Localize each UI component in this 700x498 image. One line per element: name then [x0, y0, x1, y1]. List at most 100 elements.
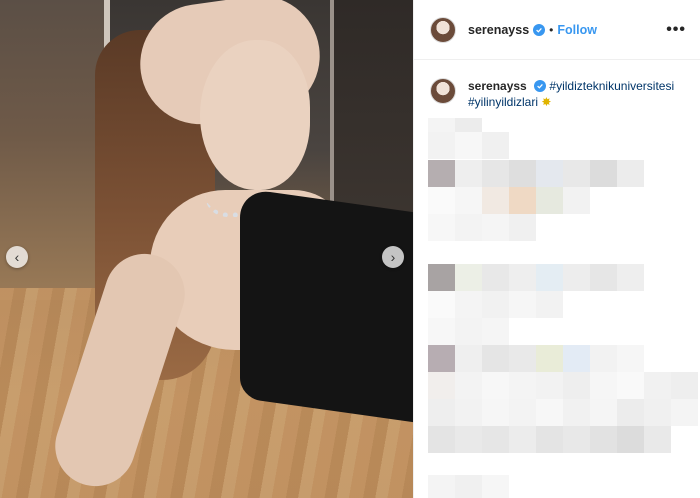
- mosaic-cell: [563, 426, 590, 453]
- mosaic-cell: [482, 187, 509, 214]
- mosaic-cell: [482, 318, 509, 345]
- more-options-icon[interactable]: •••: [666, 21, 686, 39]
- mosaic-cell: [563, 264, 590, 291]
- post-photo[interactable]: ‹ ›: [0, 0, 413, 498]
- caption-avatar[interactable]: [430, 78, 456, 104]
- mosaic-cell: [482, 372, 509, 399]
- mosaic-cell: [590, 264, 617, 291]
- mosaic-cell: [428, 345, 455, 372]
- mosaic-cell: [455, 187, 482, 214]
- separator-dot: •: [549, 22, 554, 37]
- mosaic-cell: [563, 399, 590, 426]
- mosaic-cell: [509, 372, 536, 399]
- mosaic-cell: [482, 426, 509, 453]
- mosaic-cell: [617, 160, 644, 187]
- mosaic-cell: [428, 291, 455, 318]
- mosaic-cell: [617, 399, 644, 426]
- header-username[interactable]: serenayss: [468, 23, 529, 37]
- mosaic-cell: [455, 132, 482, 159]
- mosaic-cell: [455, 160, 482, 187]
- mosaic-cell: [428, 399, 455, 426]
- post-caption: serenayss #yildizteknikuniversitesi #yil…: [414, 60, 700, 110]
- post-sidebar: serenayss • Follow ••• serenayss #yildiz…: [413, 0, 700, 498]
- caption-text: serenayss #yildizteknikuniversitesi #yil…: [468, 78, 674, 110]
- mosaic-cell: [536, 291, 563, 318]
- mosaic-cell: [617, 426, 644, 453]
- mosaic-cell: [509, 426, 536, 453]
- mosaic-cell: [428, 264, 455, 291]
- mosaic-cell: [563, 187, 590, 214]
- mirror-right: [330, 0, 413, 230]
- mosaic-cell: [428, 318, 455, 345]
- mosaic-cell: [482, 399, 509, 426]
- mosaic-cell: [536, 187, 563, 214]
- mosaic-cell: [671, 399, 698, 426]
- post-header: serenayss • Follow •••: [414, 0, 700, 60]
- mosaic-cell: [455, 475, 482, 498]
- mosaic-cell: [428, 475, 455, 498]
- chevron-left-icon: ‹: [14, 249, 20, 265]
- mosaic-cell: [536, 264, 563, 291]
- mosaic-cell: [536, 399, 563, 426]
- mosaic-cell: [590, 372, 617, 399]
- mosaic-cell: [482, 214, 509, 241]
- mosaic-cell: [428, 214, 455, 241]
- mosaic-cell: [509, 345, 536, 372]
- mosaic-cell: [455, 264, 482, 291]
- mosaic-cell: [509, 291, 536, 318]
- mosaic-cell: [428, 132, 455, 159]
- mosaic-cell: [482, 345, 509, 372]
- mosaic-cell: [563, 160, 590, 187]
- mosaic-cell: [428, 187, 455, 214]
- mosaic-cell: [455, 426, 482, 453]
- mosaic-cell: [563, 345, 590, 372]
- black-dress: [240, 187, 413, 423]
- mosaic-cell: [509, 160, 536, 187]
- mosaic-cell: [536, 160, 563, 187]
- follow-button[interactable]: Follow: [557, 23, 597, 37]
- mosaic-cell: [455, 291, 482, 318]
- instagram-post: ‹ › serenayss • Follow ••• serenayss #yi…: [0, 0, 700, 498]
- mosaic-cell: [455, 372, 482, 399]
- caption-verified-badge-icon: [534, 80, 547, 92]
- mosaic-cell: [428, 426, 455, 453]
- mosaic-cell: [590, 345, 617, 372]
- mosaic-cell: [590, 160, 617, 187]
- carousel-next-button[interactable]: ›: [382, 246, 404, 268]
- mosaic-cell: [455, 214, 482, 241]
- mosaic-cell: [482, 264, 509, 291]
- mosaic-cell: [455, 318, 482, 345]
- mosaic-cell: [671, 372, 698, 399]
- mosaic-cell: [428, 160, 455, 187]
- mosaic-cell: [536, 345, 563, 372]
- mosaic-cell: [455, 399, 482, 426]
- avatar[interactable]: [430, 16, 456, 43]
- mosaic-cell: [563, 372, 590, 399]
- mosaic-cell: [536, 372, 563, 399]
- mosaic-cell: [482, 291, 509, 318]
- hashtag-link[interactable]: #yilinyildizlari: [468, 95, 538, 109]
- mosaic-cell: [590, 399, 617, 426]
- mosaic-cell: [644, 372, 671, 399]
- mosaic-cell: [617, 264, 644, 291]
- mosaic-cell: [509, 187, 536, 214]
- carousel-prev-button[interactable]: ‹: [6, 246, 28, 268]
- hashtag-link[interactable]: #yildizteknikuniversitesi: [549, 79, 674, 93]
- chevron-right-icon: ›: [390, 249, 396, 265]
- mosaic-cell: [509, 399, 536, 426]
- verified-badge-icon: [533, 23, 546, 36]
- mosaic-cell: [590, 426, 617, 453]
- mosaic-cell: [644, 399, 671, 426]
- mosaic-cell: [644, 426, 671, 453]
- mosaic-cell: [455, 345, 482, 372]
- mosaic-cell: [509, 214, 536, 241]
- mosaic-cell: [617, 345, 644, 372]
- caption-username[interactable]: serenayss: [468, 79, 527, 93]
- mosaic-cell: [536, 426, 563, 453]
- face: [200, 40, 310, 190]
- mosaic-cell: [428, 372, 455, 399]
- mosaic-cell: [482, 160, 509, 187]
- mosaic-cell: [482, 132, 509, 159]
- mosaic-cell: [617, 372, 644, 399]
- sparkle-emoji-icon: ✸: [541, 95, 552, 109]
